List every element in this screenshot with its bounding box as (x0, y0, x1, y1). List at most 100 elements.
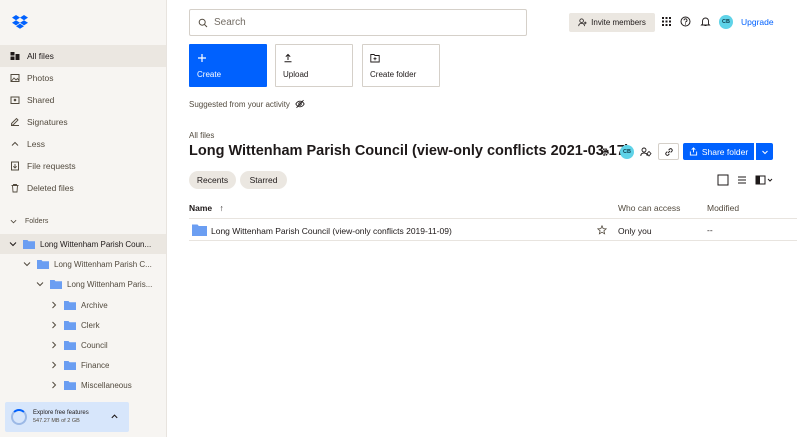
add-person-icon (578, 18, 587, 27)
nav-file-requests[interactable]: File requests (0, 155, 166, 177)
tree-item-label: Long Wittenham Paris... (67, 279, 153, 289)
nav-deleted-files[interactable]: Deleted files (0, 177, 166, 199)
nav-all-files[interactable]: All files (0, 45, 166, 67)
page-title: Long Wittenham Parish Council (view-only… (189, 143, 630, 159)
tree-item-root[interactable]: Long Wittenham Parish Coun... (0, 234, 166, 254)
tree-item-level2[interactable]: Long Wittenham Paris... (36, 274, 163, 294)
column-header-modified[interactable]: Modified (707, 203, 739, 213)
eye-slash-icon[interactable] (295, 99, 305, 109)
star-icon[interactable] (597, 225, 607, 235)
manage-access-icon[interactable] (639, 145, 653, 159)
row-access: Only you (618, 226, 652, 236)
search-placeholder: Search (214, 17, 246, 28)
folder-icon (37, 259, 49, 269)
new-folder-icon (370, 54, 380, 63)
chevron-down-icon (10, 219, 17, 224)
signatures-icon (10, 117, 20, 127)
upgrade-link[interactable]: Upgrade (741, 17, 774, 27)
avatar-initials: CB (722, 19, 730, 25)
tree-item-label: Long Wittenham Parish C... (54, 259, 152, 269)
filter-recents[interactable]: Recents (189, 171, 236, 189)
tree-item-miscellaneous[interactable]: Miscellaneous (50, 375, 163, 395)
invite-members-button[interactable]: Invite members (569, 13, 655, 32)
create-button[interactable]: Create (189, 44, 267, 87)
list-view-icon[interactable] (736, 174, 748, 186)
chevron-right-icon[interactable] (50, 301, 58, 309)
user-avatar[interactable]: CB (719, 15, 733, 29)
photos-icon (10, 73, 20, 83)
tree-item-label: Clerk (81, 320, 100, 330)
suggested-label: Suggested from your activity (189, 99, 290, 109)
tree-item-level1[interactable]: Long Wittenham Parish C... (23, 254, 163, 274)
row-file-name[interactable]: Long Wittenham Parish Council (view-only… (211, 226, 452, 236)
storage-usage-text: 547.27 MB of 2 GB (33, 418, 80, 424)
folder-icon (64, 300, 76, 310)
chevron-down-icon[interactable] (9, 240, 17, 248)
nav-shared[interactable]: Shared (0, 89, 166, 111)
member-avatar-initials: CB (623, 149, 631, 155)
gear-icon[interactable] (600, 147, 610, 157)
trash-icon (10, 183, 20, 193)
row-modified: -- (707, 225, 713, 235)
upload-icon (284, 53, 292, 63)
filter-starred[interactable]: Starred (240, 171, 287, 189)
nav-label: File requests (27, 161, 76, 171)
tree-item-clerk[interactable]: Clerk (50, 315, 163, 335)
sort-arrow-icon: ↑ (219, 203, 224, 213)
nav-label: Less (27, 139, 45, 149)
header-divider (189, 218, 797, 219)
nav-signatures[interactable]: Signatures (0, 111, 166, 133)
chevron-down-icon[interactable] (23, 260, 31, 268)
tree-item-label: Miscellaneous (81, 380, 132, 390)
layout-toggle-icon[interactable] (755, 174, 775, 186)
search-input[interactable]: Search (189, 9, 527, 36)
nav-label: Shared (27, 95, 55, 105)
chevron-right-icon[interactable] (50, 361, 58, 369)
column-header-name[interactable]: Name ↑ (189, 203, 224, 213)
shared-icon (10, 95, 20, 105)
tree-item-label: Council (81, 340, 108, 350)
column-header-access[interactable]: Who can access (618, 203, 680, 213)
chevron-right-icon[interactable] (50, 381, 58, 389)
invite-members-label: Invite members (591, 18, 646, 27)
create-folder-label: Create folder (370, 70, 417, 79)
nav-less[interactable]: Less (0, 133, 166, 155)
explore-title: Explore free features (33, 410, 89, 416)
select-checkbox-icon[interactable] (717, 174, 729, 186)
bell-icon[interactable] (700, 16, 711, 27)
folder-icon (64, 380, 76, 390)
nav-photos[interactable]: Photos (0, 67, 166, 89)
app-grid-icon[interactable] (661, 16, 672, 27)
tree-item-council[interactable]: Council (50, 335, 163, 355)
create-folder-button[interactable]: Create folder (362, 44, 440, 87)
upload-button[interactable]: Upload (275, 44, 353, 87)
folder-icon (50, 279, 62, 289)
chevron-right-icon[interactable] (50, 341, 58, 349)
folder-icon (192, 224, 207, 236)
chevron-right-icon[interactable] (50, 321, 58, 329)
folder-icon (64, 340, 76, 350)
explore-features-card[interactable]: Explore free features 547.27 MB of 2 GB (5, 402, 129, 432)
folder-icon (23, 239, 35, 249)
tree-item-archive[interactable]: Archive (50, 295, 163, 315)
member-avatar[interactable]: CB (620, 145, 634, 159)
help-icon[interactable] (680, 16, 691, 27)
chevron-down-icon[interactable] (36, 280, 44, 288)
tree-item-label: Finance (81, 360, 110, 370)
share-folder-button[interactable]: Share folder (683, 143, 754, 160)
dropbox-logo-icon[interactable] (12, 14, 28, 30)
folders-heading[interactable]: Folders (10, 218, 48, 225)
nav-label: Signatures (27, 117, 68, 127)
chevron-up-icon[interactable] (110, 412, 119, 421)
chevron-down-icon (761, 150, 768, 154)
breadcrumb[interactable]: All files (189, 131, 214, 140)
all-files-icon (10, 51, 20, 61)
tree-item-label: Archive (81, 300, 108, 310)
share-folder-label: Share folder (701, 146, 749, 157)
share-options-dropdown[interactable] (756, 143, 773, 160)
upload-label: Upload (283, 70, 309, 79)
column-name-label: Name (189, 203, 213, 213)
create-label: Create (197, 70, 222, 79)
tree-item-finance[interactable]: Finance (50, 355, 163, 375)
copy-link-button[interactable] (658, 143, 679, 160)
